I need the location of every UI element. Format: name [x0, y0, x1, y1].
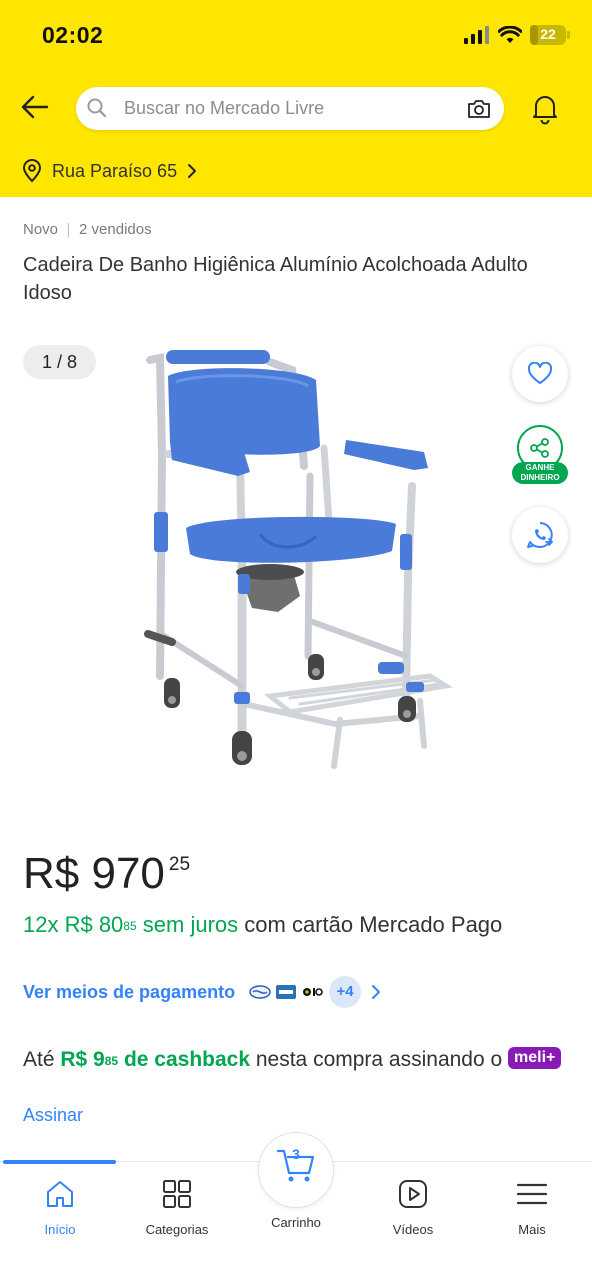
- more-cards-badge: +4: [329, 976, 362, 1008]
- nav-home[interactable]: Início: [5, 1178, 115, 1237]
- cart-count: 3: [292, 1146, 300, 1162]
- video-play-icon: [399, 1180, 427, 1208]
- share-icon: [530, 438, 549, 458]
- whatsapp-share-button[interactable]: [512, 507, 568, 563]
- heart-icon: [527, 362, 553, 384]
- menu-icon: [516, 1183, 548, 1205]
- nav-cart[interactable]: 3: [258, 1132, 334, 1208]
- nav-more[interactable]: Mais: [477, 1178, 587, 1237]
- camera-icon[interactable]: [466, 96, 492, 122]
- status-time: 02:02: [42, 22, 104, 48]
- top-header: 02:02 22 Buscar no Mercado Livre Rua Par…: [0, 0, 592, 197]
- search-bar[interactable]: Buscar no Mercado Livre: [76, 87, 504, 130]
- nav-categories-label: Categorias: [145, 1222, 209, 1237]
- search-icon: [87, 98, 107, 118]
- installment-amount: 12x R$ 8085 sem juros: [23, 912, 239, 937]
- nav-home-label: Início: [44, 1222, 76, 1237]
- address-text: Rua Paraíso 65: [52, 160, 178, 181]
- earn-money-badge: GANHE DINHEIRO: [512, 462, 568, 484]
- chevron-right-icon: [372, 985, 381, 999]
- nav-more-label: Mais: [518, 1222, 546, 1237]
- chevron-right-icon: [188, 164, 197, 178]
- home-icon: [47, 1181, 73, 1207]
- status-icons: 22: [464, 24, 570, 46]
- search-input[interactable]: Buscar no Mercado Livre: [124, 87, 324, 130]
- active-tab-indicator: [3, 1160, 116, 1164]
- favorite-button[interactable]: [512, 346, 568, 402]
- bottom-navigation: Início Categorias 3 Carrinho Vídeos Mais: [0, 1132, 592, 1280]
- wifi-icon: [498, 26, 522, 43]
- meta-divider: [68, 222, 70, 237]
- nav-videos-label: Vídeos: [392, 1222, 434, 1237]
- notifications-button[interactable]: [528, 91, 562, 125]
- nav-categories[interactable]: Categorias: [122, 1178, 232, 1237]
- payment-methods-label[interactable]: Ver meios de pagamento: [23, 982, 235, 1003]
- card-amex-icon: [276, 985, 297, 999]
- card-logos: +4: [249, 976, 362, 1008]
- bell-icon: [533, 96, 557, 125]
- subscribe-link[interactable]: Assinar: [23, 1105, 83, 1126]
- whatsapp-icon: [527, 522, 554, 549]
- back-button[interactable]: [18, 90, 52, 124]
- sold-count: 2 vendidos: [79, 221, 152, 238]
- location-pin-icon: [22, 159, 42, 183]
- meli-plus-logo: meli+: [508, 1047, 562, 1070]
- battery-indicator: 22: [530, 25, 570, 45]
- installment-card-text: com cartão Mercado Pago: [244, 912, 503, 937]
- price-cents: 25: [168, 854, 191, 875]
- installments-info: 12x R$ 8085 sem juros com cartão Mercado…: [23, 910, 543, 939]
- nav-videos[interactable]: Vídeos: [358, 1178, 468, 1237]
- card-elo-icon: [303, 988, 323, 996]
- product-meta: Novo 2 vendidos: [23, 221, 152, 238]
- grid-icon: [163, 1180, 191, 1208]
- nav-cart-label: Carrinho: [271, 1215, 321, 1230]
- product-price: R$ 970 25: [23, 848, 190, 900]
- arrow-left-icon: [21, 95, 49, 119]
- image-counter: 1 / 8: [23, 345, 96, 379]
- product-title: Cadeira De Banho Higiênica Alumínio Acol…: [23, 254, 528, 304]
- delivery-address[interactable]: Rua Paraíso 65: [22, 157, 197, 185]
- card-hipercard-icon: [249, 985, 271, 999]
- share-earn-button[interactable]: GANHE DINHEIRO: [512, 425, 568, 484]
- status-bar: 02:02 22: [0, 0, 592, 70]
- payment-methods-link[interactable]: Ver meios de pagamento +4: [23, 976, 381, 1008]
- price-integer: R$ 970: [23, 849, 165, 898]
- condition-label: Novo: [23, 221, 59, 238]
- signal-icon: [464, 26, 489, 44]
- product-image[interactable]: [120, 336, 472, 790]
- cashback-info: Até R$ 985 de cashback nesta compra assi…: [23, 1045, 563, 1074]
